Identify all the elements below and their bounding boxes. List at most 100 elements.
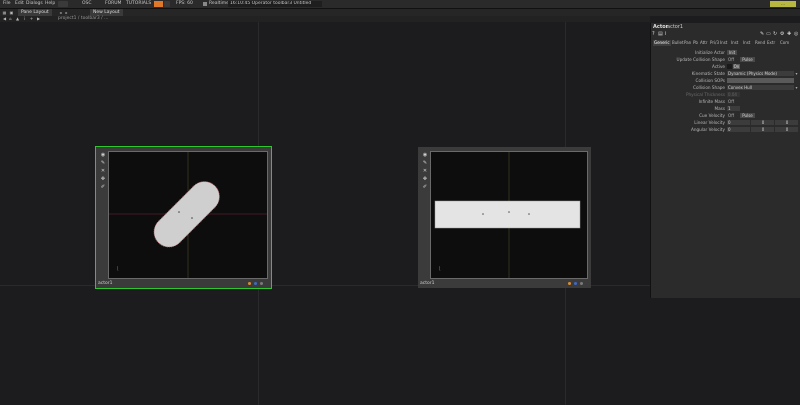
angular-velocity-x[interactable]: 0 — [727, 127, 750, 132]
collision-sops-field[interactable] — [727, 78, 794, 83]
menu-dialogs[interactable]: Dialogs — [26, 1, 43, 6]
tab-rend[interactable]: Rend — [755, 40, 765, 46]
param-label: Collision Shape — [693, 85, 725, 90]
flag-icon[interactable] — [574, 282, 577, 285]
tab-pri3[interactable]: Pri/3 — [710, 40, 719, 46]
pane-icon[interactable]: ▣ — [9, 10, 14, 15]
camera-icon[interactable]: ▤ — [658, 31, 663, 37]
svg-text:⌊: ⌊ — [439, 266, 441, 272]
capsule-viewport: ⌊ — [109, 152, 267, 278]
svg-text:⌊: ⌊ — [117, 266, 119, 272]
brush-icon[interactable]: ✎ — [422, 160, 428, 166]
linear-velocity-z[interactable]: 0 — [775, 120, 798, 125]
back-icon[interactable]: ◀ — [2, 16, 7, 21]
param-label: Physical Thickness — [685, 92, 725, 97]
up-icon[interactable]: ▲ — [15, 16, 20, 21]
tab-inst3[interactable]: Inst — [743, 40, 750, 46]
node-viewer[interactable]: ⌊ — [430, 151, 588, 279]
actor-node-2[interactable]: ⌊ ◉ ✎ ✕ ✥ ✐ actor1 — [418, 147, 591, 288]
node-name[interactable]: actor1 — [420, 281, 434, 286]
collision-shape-menu[interactable]: Convex Hull — [727, 85, 794, 90]
flag-icon[interactable] — [254, 282, 257, 285]
cross-icon[interactable]: ✕ — [100, 168, 106, 174]
active-toggle[interactable]: On — [733, 64, 740, 69]
mass-field[interactable]: 1 — [727, 106, 740, 111]
play-icon[interactable] — [164, 1, 170, 7]
tab-inst2[interactable]: Inst — [731, 40, 738, 46]
status-text: 16:10:45 Operator toolbar3 Untitled — [228, 1, 322, 7]
actor-node-1[interactable]: ⌊ ◉ ✎ ✕ ✥ ✐ actor1 — [95, 146, 272, 289]
param-label: Infinite Mass — [698, 99, 725, 104]
info-icon[interactable]: i — [22, 16, 27, 21]
gear-icon[interactable]: ⚙ — [780, 31, 784, 37]
tab-com[interactable]: Com — [780, 40, 789, 46]
new-layout-tab[interactable]: New Layout — [90, 9, 123, 16]
linear-velocity-x[interactable]: 0 — [727, 120, 750, 125]
logo-icon — [154, 1, 163, 7]
menu-edit[interactable]: Edit — [15, 1, 24, 6]
top-right-badge[interactable]: ... — [770, 1, 796, 7]
home-icon[interactable]: ⌂ — [8, 16, 13, 21]
fps-readout: FPS: 60 — [176, 1, 193, 6]
pen-icon[interactable]: ✐ — [100, 184, 106, 190]
tab-inst[interactable]: Inst — [720, 40, 727, 46]
pane-split-icon[interactable]: ▦ — [2, 10, 7, 15]
move-icon[interactable]: ✥ — [100, 176, 106, 182]
forward-icon[interactable]: ▶ — [36, 16, 41, 21]
move-icon[interactable]: ✥ — [422, 176, 428, 182]
menu-slot — [58, 1, 68, 7]
tab-attr[interactable]: Attr — [700, 40, 707, 46]
settings-icon[interactable]: ◎ — [794, 31, 798, 37]
link-tutorials[interactable]: TUTORIALS — [126, 1, 151, 6]
viewer-toggle-icon[interactable]: ◉ — [100, 152, 106, 158]
angular-velocity-z[interactable]: 0 — [775, 127, 798, 132]
node-name[interactable]: actor1 — [98, 281, 112, 286]
breadcrumb[interactable]: project1 / toolbar3 / ... — [58, 16, 108, 22]
update-collision-pulse[interactable]: Pulse — [740, 57, 755, 62]
kinematic-state-menu[interactable]: Dynamic (Physics Mode) — [727, 71, 794, 76]
tab-pb[interactable]: Pb — [693, 40, 698, 46]
angular-velocity-y[interactable]: 0 — [751, 127, 774, 132]
infinite-mass-toggle[interactable]: Off — [727, 99, 735, 104]
node-viewer[interactable]: ⌊ — [108, 151, 268, 279]
viewer-toggle-icon[interactable]: ◉ — [422, 152, 428, 158]
menu-file[interactable]: File — [3, 1, 11, 6]
help-icon[interactable]: ? — [652, 31, 655, 37]
realtime-checkbox[interactable] — [203, 1, 207, 6]
pane-right-icon[interactable]: ▸ — [64, 10, 69, 15]
update-collision-toggle[interactable]: Off — [727, 57, 735, 62]
refresh-icon[interactable]: ↻ — [773, 31, 777, 37]
info-icon[interactable]: i — [665, 31, 666, 37]
chevron-down-icon[interactable]: ▾ — [794, 71, 799, 76]
linear-velocity-y[interactable]: 0 — [751, 120, 774, 125]
link-forum[interactable]: FORUM — [105, 1, 121, 6]
expand-icon[interactable]: + — [29, 16, 34, 21]
init-button[interactable]: Init — [727, 50, 737, 55]
op-name[interactable]: actor1 — [667, 24, 683, 30]
flag-icon[interactable] — [568, 282, 571, 285]
tab-generic[interactable]: Generic — [653, 40, 671, 46]
brush-icon[interactable]: ✎ — [760, 31, 764, 37]
param-label: Angular Velocity — [690, 127, 725, 132]
menu-help[interactable]: Help — [45, 1, 55, 6]
tag-icon[interactable]: ▭ — [766, 31, 771, 37]
brush-icon[interactable]: ✎ — [100, 160, 106, 166]
tab-extr[interactable]: Extr — [767, 40, 775, 46]
flag-icon[interactable] — [580, 282, 583, 285]
physical-thickness-field: 0.04 — [727, 92, 740, 97]
cross-icon[interactable]: ✕ — [422, 168, 428, 174]
cue-velocity-toggle[interactable]: Off — [727, 113, 735, 118]
pane-layout-tab[interactable]: Pane Layout — [18, 9, 52, 16]
active-checkbox[interactable] — [727, 64, 732, 69]
link-osc[interactable]: OSC — [82, 1, 92, 6]
flag-icon[interactable] — [260, 282, 263, 285]
plus-icon[interactable]: ✚ — [787, 31, 791, 37]
param-label: Kinematic State — [691, 71, 725, 76]
chevron-down-icon[interactable]: ▾ — [794, 85, 799, 90]
tab-bullet[interactable]: Bullet — [672, 40, 684, 46]
cue-velocity-pulse[interactable]: Pulse — [740, 113, 755, 118]
flag-icon[interactable] — [248, 282, 251, 285]
tab-pan[interactable]: Pan — [684, 40, 691, 46]
pane-left-icon[interactable]: ◂ — [58, 10, 63, 15]
pen-icon[interactable]: ✐ — [422, 184, 428, 190]
